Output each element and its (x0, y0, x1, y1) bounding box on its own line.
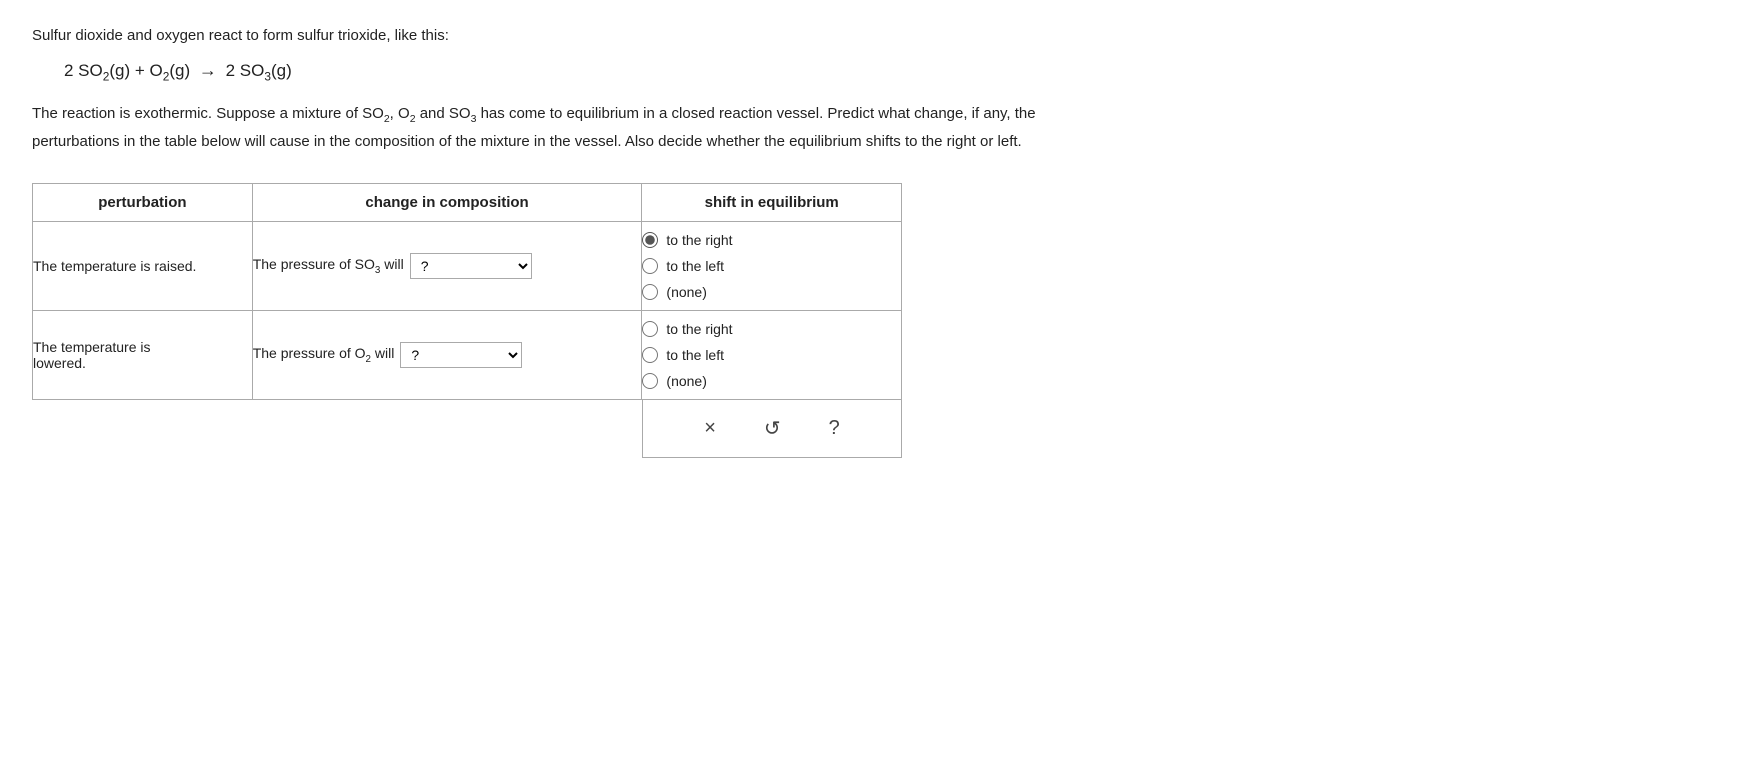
equilibrium-cell-2: to the right to the left (none) (642, 310, 902, 399)
action-bar: × ↺ ? (642, 400, 902, 458)
reset-button[interactable]: ↺ (756, 412, 789, 445)
header-composition: change in composition (252, 183, 642, 221)
radio-option-right-2[interactable]: to the right (642, 321, 901, 337)
help-button[interactable]: ? (821, 413, 848, 444)
header-perturbation: perturbation (33, 183, 253, 221)
clear-button[interactable]: × (696, 413, 724, 444)
radio-label-right-1: to the right (666, 232, 732, 248)
radio-left-2[interactable] (642, 347, 658, 363)
description-text: The reaction is exothermic. Suppose a mi… (32, 101, 1719, 154)
radio-right-2[interactable] (642, 321, 658, 337)
radio-label-left-2: to the left (666, 347, 724, 363)
perturbation-text-1: The temperature is raised. (33, 258, 196, 274)
table-row: The temperature is raised. The pressure … (33, 221, 902, 310)
radio-option-right-1[interactable]: to the right (642, 232, 901, 248)
perturbation-cell-2: The temperature islowered. (33, 310, 253, 399)
radio-group-2: to the right to the left (none) (642, 311, 901, 399)
radio-left-1[interactable] (642, 258, 658, 274)
composition-cell-1: The pressure of SO3 will ? increase decr… (252, 221, 642, 310)
radio-option-left-2[interactable]: to the left (642, 347, 901, 363)
perturbation-cell-1: The temperature is raised. (33, 221, 253, 310)
radio-option-none-1[interactable]: (none) (642, 284, 901, 300)
radio-none-2[interactable] (642, 373, 658, 389)
intro-line1: Sulfur dioxide and oxygen react to form … (32, 24, 1719, 48)
radio-option-none-2[interactable]: (none) (642, 373, 901, 389)
radio-option-left-1[interactable]: to the left (642, 258, 901, 274)
composition-prefix-2: The pressure of O2 will (253, 345, 395, 365)
radio-label-none-2: (none) (666, 373, 706, 389)
composition-cell-2: The pressure of O2 will ? increase decre… (252, 310, 642, 399)
radio-label-left-1: to the left (666, 258, 724, 274)
radio-label-none-1: (none) (666, 284, 706, 300)
equilibrium-cell-1: to the right to the left (none) (642, 221, 902, 310)
radio-group-1: to the right to the left (none) (642, 222, 901, 310)
composition-prefix-1: The pressure of SO3 will (253, 256, 404, 276)
composition-select-1[interactable]: ? increase decrease stay the same (410, 253, 532, 279)
table-row: The temperature islowered. The pressure … (33, 310, 902, 399)
header-equilibrium: shift in equilibrium (642, 183, 902, 221)
composition-select-2[interactable]: ? increase decrease stay the same (400, 342, 522, 368)
equilibrium-table: perturbation change in composition shift… (32, 183, 902, 400)
perturbation-text-2a: The temperature islowered. (33, 339, 151, 371)
chemical-equation: 2 SO2(g) + O2(g) → 2 SO3(g) (64, 60, 1719, 83)
radio-right-1[interactable] (642, 232, 658, 248)
radio-label-right-2: to the right (666, 321, 732, 337)
radio-none-1[interactable] (642, 284, 658, 300)
